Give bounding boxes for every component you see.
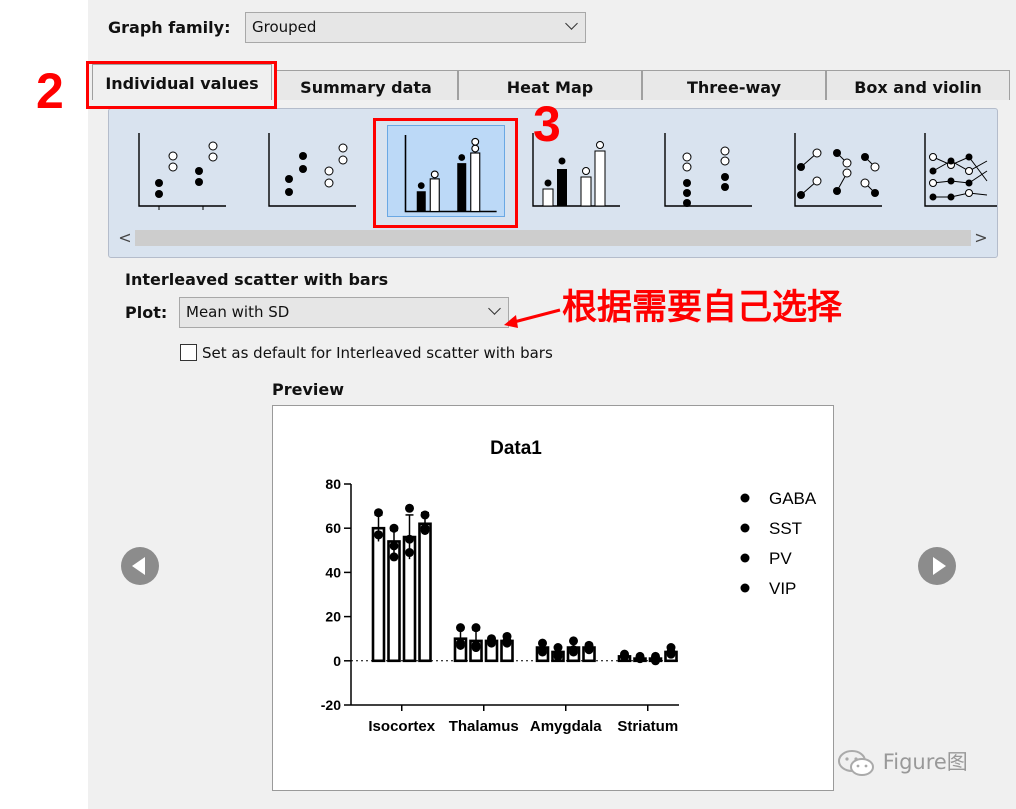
gallery-scrollbar[interactable]: < > (111, 227, 995, 249)
y-tick-label: -20 (321, 697, 341, 713)
y-tick-label: 0 (333, 653, 341, 669)
step2-highlight-box (86, 61, 277, 109)
data-point (471, 643, 481, 653)
tab-label: Box and violin (854, 78, 982, 97)
preview-label: Preview (272, 380, 345, 399)
data-point (471, 623, 481, 633)
data-point (620, 651, 629, 661)
tab-three-way[interactable]: Three-way (642, 70, 826, 100)
scroll-right-arrow[interactable]: > (971, 227, 991, 249)
tab-box-and-violin[interactable]: Box and violin (826, 70, 1010, 100)
set-default-label: Set as default for Interleaved scatter w… (202, 344, 553, 362)
legend-marker (740, 553, 750, 563)
scroll-track[interactable] (135, 230, 971, 246)
data-point (502, 638, 512, 648)
graph-family-label: Graph family: (108, 18, 231, 37)
preview-panel: Data1 -20 0 20 40 60 80 Isocortex Thalamus Amygda… (272, 405, 834, 791)
legend-label: GABA (769, 489, 817, 508)
tab-label: Three-way (686, 78, 782, 97)
data-point (584, 645, 594, 655)
thumb-interleaved-scatter[interactable] (131, 121, 231, 216)
data-point (456, 623, 465, 633)
data-point (569, 645, 578, 655)
thumb-aligned-scatter[interactable] (261, 121, 361, 216)
data-point (389, 541, 399, 551)
y-tick-label: 20 (325, 609, 341, 625)
scroll-left-arrow[interactable]: < (115, 227, 135, 249)
watermark-text: Figure图 (882, 750, 968, 774)
preview-chart: Data1 -20 0 20 40 60 80 Isocortex Thalamus Amygda… (321, 438, 817, 735)
data-point (538, 647, 547, 657)
legend-marker (740, 523, 750, 533)
data-point (405, 503, 414, 513)
x-tick-label: Amygdala (530, 718, 602, 735)
x-tick-label: Thalamus (449, 718, 519, 735)
step3-highlight-box (373, 118, 518, 228)
wechat-icon (838, 750, 874, 776)
plot-select[interactable]: Mean with SD (179, 297, 509, 328)
tab-label: Summary data (300, 78, 432, 97)
data-point (569, 636, 578, 646)
bar (371, 526, 386, 663)
data-point (405, 534, 414, 544)
data-point (374, 530, 383, 540)
set-default-checkbox[interactable] (180, 344, 197, 361)
step2-number: 2 (36, 63, 64, 119)
legend-label: PV (769, 549, 792, 568)
data-point (389, 523, 399, 533)
graph-family-value: Grouped (252, 18, 317, 36)
graph-family-select[interactable]: Grouped (245, 12, 586, 43)
x-tick-label: Isocortex (368, 718, 435, 735)
data-point (405, 548, 414, 558)
chevron-down-icon (488, 302, 501, 315)
data-point (487, 638, 496, 648)
plot-label: Plot: (125, 303, 168, 322)
chart-title: Data1 (490, 438, 542, 459)
data-point (456, 640, 465, 650)
data-point (420, 523, 430, 533)
annotation-note: 根据需要自己选择 (562, 288, 843, 328)
y-tick-label: 80 (325, 476, 341, 492)
annotation-arrow-icon (504, 308, 561, 328)
data-point (666, 649, 676, 659)
chevron-down-icon (565, 17, 578, 30)
legend-marker (740, 583, 750, 593)
y-tick-label: 60 (325, 520, 341, 536)
data-point (374, 508, 383, 518)
legend-label: SST (769, 519, 802, 538)
next-arrow-icon[interactable] (918, 547, 956, 585)
data-point (420, 510, 430, 520)
x-tick-label: Striatum (617, 718, 678, 735)
thumb-before-after-pairs[interactable] (787, 121, 887, 216)
data-point (389, 552, 399, 562)
legend-marker (740, 493, 750, 503)
plot-value: Mean with SD (186, 303, 290, 321)
previous-arrow-icon[interactable] (121, 547, 159, 585)
y-tick-label: 40 (325, 564, 341, 580)
selection-title: Interleaved scatter with bars (125, 270, 389, 289)
tab-summary-data[interactable]: Summary data (274, 70, 458, 100)
step3-number: 3 (533, 96, 561, 152)
legend-label: VIP (769, 579, 796, 598)
data-point (651, 654, 660, 664)
thumb-stacked-dots[interactable] (657, 121, 757, 216)
data-point (635, 654, 645, 664)
bar (418, 522, 432, 663)
data-point (553, 651, 563, 661)
watermark: Figure图 (836, 746, 968, 780)
thumb-multiple-lines[interactable] (917, 121, 997, 216)
